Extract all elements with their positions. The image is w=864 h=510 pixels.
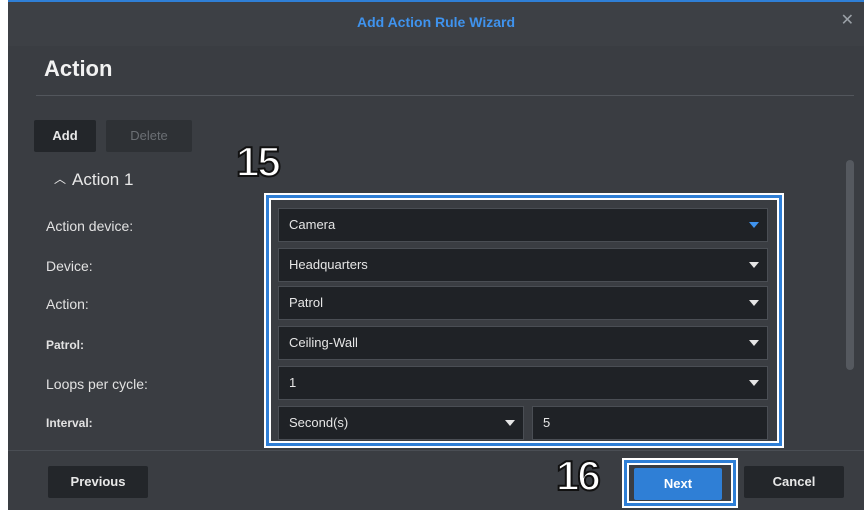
close-icon[interactable]: ✕ bbox=[841, 10, 854, 30]
device-label: Device: bbox=[46, 258, 93, 274]
interval-value-input[interactable]: 5 bbox=[532, 406, 768, 440]
chevron-up-icon: ︿ bbox=[54, 172, 67, 186]
section-header-action-1[interactable]: ︿ Action 1 bbox=[54, 170, 133, 190]
loops-per-cycle-select[interactable]: 1 bbox=[278, 366, 768, 400]
page-title: Action bbox=[44, 56, 113, 81]
device-select[interactable]: Headquarters bbox=[278, 248, 768, 282]
action-label: Action: bbox=[46, 296, 89, 312]
loops-per-cycle-label: Loops per cycle: bbox=[46, 376, 148, 392]
patrol-label: Patrol: bbox=[46, 338, 85, 352]
chevron-down-icon bbox=[749, 222, 759, 228]
patrol-value: Ceiling-Wall bbox=[289, 335, 358, 350]
action-device-select[interactable]: Camera bbox=[278, 208, 768, 242]
scrollbar[interactable] bbox=[846, 160, 854, 370]
dialog-title: Add Action Rule Wizard bbox=[356, 14, 516, 30]
interval-unit-select[interactable]: Second(s) bbox=[278, 406, 524, 440]
previous-button[interactable]: Previous bbox=[48, 466, 148, 498]
action-device-label: Action device: bbox=[46, 218, 134, 234]
patrol-select[interactable]: Ceiling-Wall bbox=[278, 326, 768, 360]
annotation-step-15: 15 bbox=[235, 137, 282, 186]
interval-label: Interval: bbox=[46, 416, 93, 430]
chevron-down-icon bbox=[749, 300, 759, 306]
action-select[interactable]: Patrol bbox=[278, 286, 768, 320]
chevron-down-icon bbox=[749, 340, 759, 346]
chevron-down-icon bbox=[749, 262, 759, 268]
chevron-down-icon bbox=[749, 380, 759, 386]
title-bar: Add Action Rule Wizard ✕ bbox=[8, 0, 864, 46]
divider bbox=[36, 95, 854, 96]
add-button[interactable]: Add bbox=[34, 120, 96, 152]
wizard-dialog: Add Action Rule Wizard ✕ Action Add Dele… bbox=[8, 0, 864, 510]
annotation-step-16: 16 bbox=[555, 451, 602, 500]
section-title: Action 1 bbox=[72, 170, 134, 189]
cancel-button[interactable]: Cancel bbox=[744, 466, 844, 498]
delete-button[interactable]: Delete bbox=[106, 120, 192, 152]
action-value: Patrol bbox=[289, 295, 323, 310]
action-device-value: Camera bbox=[289, 217, 336, 232]
loops-value: 1 bbox=[289, 375, 297, 390]
chevron-down-icon bbox=[505, 420, 515, 426]
device-value: Headquarters bbox=[289, 257, 368, 272]
interval-unit-value: Second(s) bbox=[289, 415, 349, 430]
next-button[interactable]: Next bbox=[634, 468, 722, 500]
